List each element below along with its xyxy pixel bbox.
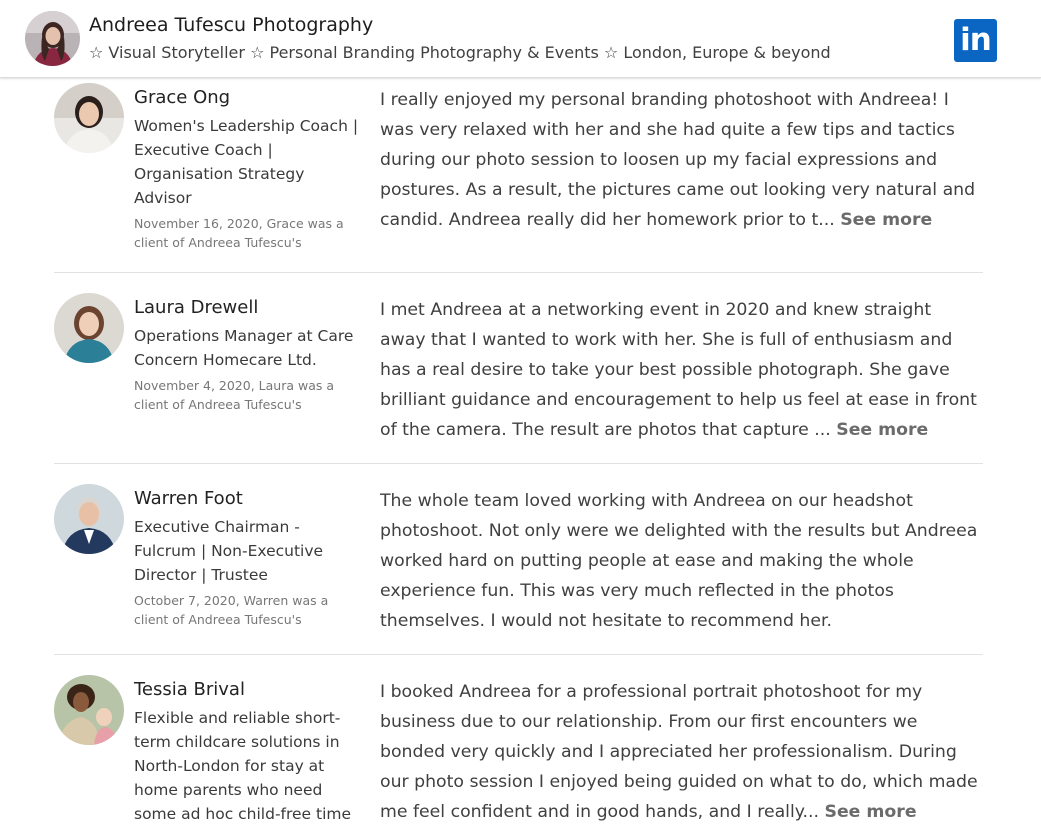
recommendation-text: I booked Andreea for a professional port… (380, 677, 980, 827)
recommendation-date: November 16, 2020, Grace was a client of… (134, 216, 344, 250)
recommendation-date: October 7, 2020, Warren was a client of … (134, 593, 329, 627)
profile-avatar[interactable] (25, 11, 80, 66)
recommendation-date: November 4, 2020, Laura was a client of … (134, 378, 335, 412)
linkedin-icon[interactable]: in (954, 19, 997, 62)
recommender-headline: Flexible and reliable short-term childca… (134, 709, 352, 823)
avatar[interactable] (54, 675, 124, 745)
recommendation-body: The whole team loved working with Andree… (380, 491, 978, 631)
recommender-headline: Executive Chairman - Fulcrum | Non-Execu… (134, 518, 324, 584)
recommendation-item: Grace Ong Women's Leadership Coach | Exe… (54, 77, 983, 273)
recommendation-body: I met Andreea at a networking event in 2… (380, 300, 977, 440)
recommendation-text: I met Andreea at a networking event in 2… (380, 295, 980, 445)
recommendations-list: Grace Ong Women's Leadership Coach | Exe… (0, 77, 1041, 833)
recommendation-body: I really enjoyed my personal branding ph… (380, 90, 976, 230)
recommendation-body: I booked Andreea for a professional port… (380, 682, 978, 822)
recommendation-item: Tessia Brival Flexible and reliable shor… (54, 655, 983, 833)
recommender-headline: Women's Leadership Coach | Executive Coa… (134, 117, 359, 207)
recommender-headline: Operations Manager at Care Concern Homec… (134, 327, 354, 369)
avatar[interactable] (54, 484, 124, 554)
see-more-link[interactable]: See more (840, 210, 932, 230)
recommendation-text: I really enjoyed my personal branding ph… (380, 85, 980, 235)
recommender-name[interactable]: Grace Ong (134, 87, 230, 108)
page-header: Andreea Tufescu Photography ☆ Visual Sto… (0, 0, 1041, 78)
recommendation-item: Laura Drewell Operations Manager at Care… (54, 273, 983, 464)
page-subtitle: ☆ Visual Storyteller ☆ Personal Branding… (89, 43, 831, 62)
see-more-link[interactable]: See more (836, 420, 928, 440)
recommendation-item: Warren Foot Executive Chairman - Fulcrum… (54, 464, 983, 655)
recommender-name[interactable]: Laura Drewell (134, 297, 258, 318)
page-title[interactable]: Andreea Tufescu Photography (89, 14, 373, 36)
avatar[interactable] (54, 83, 124, 153)
recommendation-text: The whole team loved working with Andree… (380, 486, 980, 636)
recommender-name[interactable]: Warren Foot (134, 488, 243, 509)
see-more-link[interactable]: See more (825, 802, 917, 822)
avatar[interactable] (54, 293, 124, 363)
recommender-name[interactable]: Tessia Brival (134, 679, 245, 700)
